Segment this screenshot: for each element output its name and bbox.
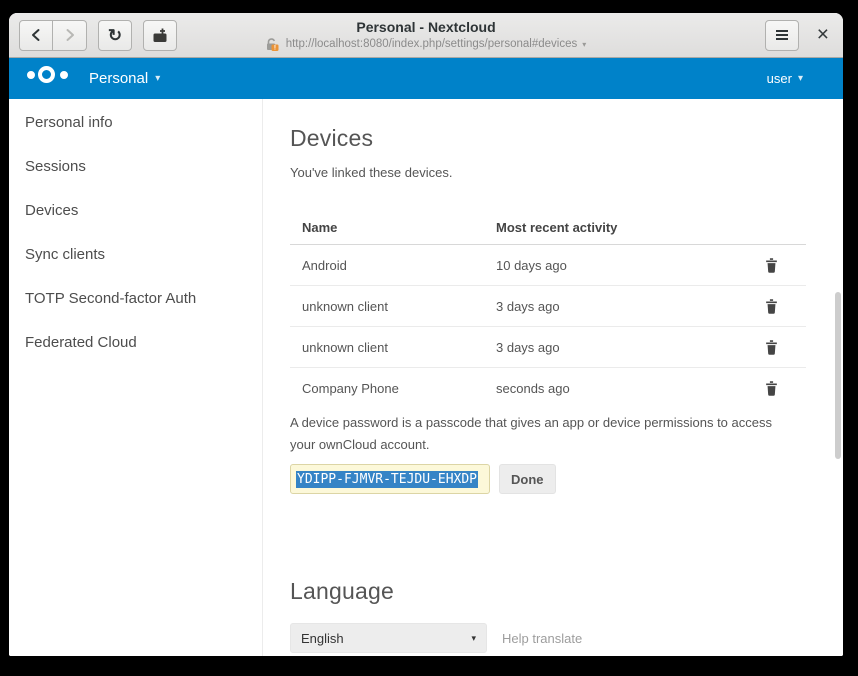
hamburger-icon [775,29,789,41]
user-menu[interactable]: user ▾ [767,71,803,86]
menu-button[interactable] [765,20,799,51]
devices-table: Name Most recent activity Android 10 day… [290,220,806,409]
help-translate-link[interactable]: Help translate [502,631,582,646]
app-menu-caret-icon: ▾ [155,73,160,84]
language-row: English ▾ Help translate [290,623,843,653]
url-text: http://localhost:8080/index.php/settings… [286,38,578,50]
done-button[interactable]: Done [499,464,556,494]
titlebar-right: × [765,20,833,51]
sidebar-item-devices[interactable]: Devices [9,189,262,233]
table-row: unknown client 3 days ago [290,286,806,327]
device-name: unknown client [290,340,496,355]
column-header-actions [754,220,806,235]
delete-device-icon[interactable] [764,380,779,397]
nextcloud-header: Personal ▾ user ▾ [9,58,843,99]
insecure-lock-icon: ! [266,37,281,51]
table-row: unknown client 3 days ago [290,327,806,368]
device-name: unknown client [290,299,496,314]
language-select[interactable]: English ▾ [290,623,487,653]
titlebar-center: Personal - Nextcloud ! http://localhost:… [196,18,656,51]
back-icon [30,28,42,42]
app-body: Personal info Sessions Devices Sync clie… [9,99,843,656]
browser-titlebar: ↻ Personal - Nextcloud ! [9,13,843,58]
page-title: Personal - Nextcloud [196,18,656,36]
device-password-value: YDIPP-FJMVR-TEJDU-EHXDP [296,471,478,488]
url-row[interactable]: ! http://localhost:8080/index.php/settin… [196,37,656,51]
settings-content: Devices You've linked these devices. Nam… [263,99,843,656]
language-selected-value: English [301,631,344,646]
device-password-hint: A device password is a passcode that giv… [290,412,795,456]
close-button[interactable]: × [813,25,833,45]
scrollbar-thumb[interactable] [835,292,841,459]
app-menu[interactable]: Personal ▾ [89,70,160,87]
select-caret-icon: ▾ [471,633,476,644]
device-activity: 3 days ago [496,340,754,355]
logo-circle-middle [38,66,55,83]
back-button[interactable] [19,20,53,51]
language-section-title: Language [290,578,843,605]
delete-device-icon[interactable] [764,257,779,274]
svg-text:!: ! [274,45,276,51]
delete-device-icon[interactable] [764,298,779,315]
logo-circle-left [27,71,35,79]
nav-button-group [19,20,87,51]
language-section: Language English ▾ Help translate [290,578,843,653]
settings-sidebar: Personal info Sessions Devices Sync clie… [9,99,263,656]
sidebar-item-sessions[interactable]: Sessions [9,145,262,189]
devices-subtitle: You've linked these devices. [290,165,843,180]
devices-table-header: Name Most recent activity [290,220,806,245]
reload-icon: ↻ [108,27,122,44]
device-activity: 3 days ago [496,299,754,314]
url-caret-icon: ▾ [582,40,586,49]
device-name: Android [290,258,496,273]
forward-icon [64,28,76,42]
reload-button[interactable]: ↻ [98,20,132,51]
device-name: Company Phone [290,381,496,396]
sidebar-item-sync-clients[interactable]: Sync clients [9,233,262,277]
device-password-row: YDIPP-FJMVR-TEJDU-EHXDP Done [290,464,843,494]
sidebar-item-personal-info[interactable]: Personal info [9,101,262,145]
nextcloud-logo-icon [27,66,75,92]
table-row: Company Phone seconds ago [290,368,806,409]
device-password-input[interactable]: YDIPP-FJMVR-TEJDU-EHXDP [290,464,490,494]
devices-section-title: Devices [290,125,843,152]
new-tab-icon [152,28,168,43]
browser-window: ↻ Personal - Nextcloud ! [9,13,843,656]
device-activity: 10 days ago [496,258,754,273]
new-tab-button[interactable] [143,20,177,51]
table-row: Android 10 days ago [290,245,806,286]
column-header-name: Name [290,220,496,235]
app-menu-label: Personal [89,70,148,87]
delete-device-icon[interactable] [764,339,779,356]
user-menu-label: user [767,71,792,86]
column-header-activity: Most recent activity [496,220,754,235]
forward-button[interactable] [53,20,87,51]
device-activity: seconds ago [496,381,754,396]
sidebar-item-federated-cloud[interactable]: Federated Cloud [9,321,262,365]
user-menu-caret-icon: ▾ [798,73,803,84]
sidebar-item-totp[interactable]: TOTP Second-factor Auth [9,277,262,321]
logo-circle-right [60,71,68,79]
